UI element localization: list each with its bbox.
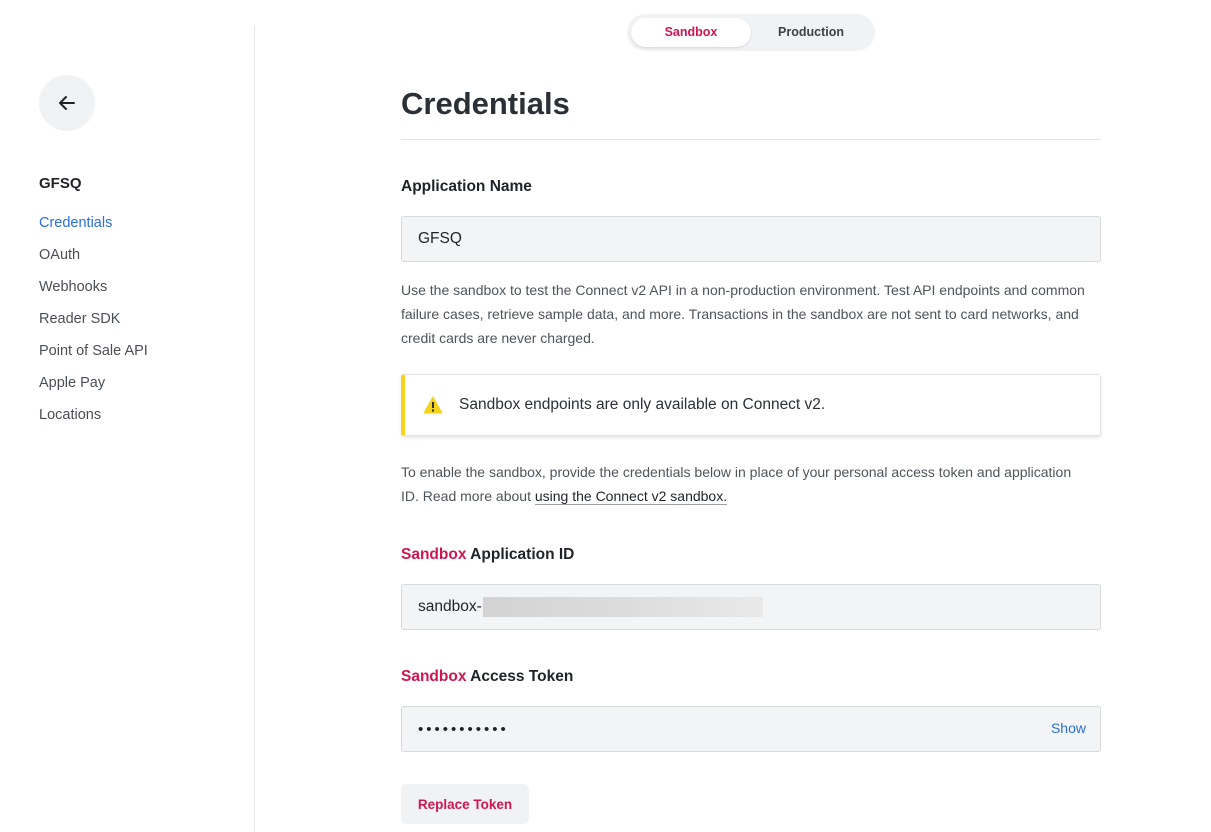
page-title: Credentials [401,86,570,121]
connect-v2-sandbox-link[interactable]: using the Connect v2 sandbox. [534,488,728,505]
sidebar-item-oauth[interactable]: OAuth [39,246,148,278]
sidebar-nav: Credentials OAuth Webhooks Reader SDK Po… [39,214,148,438]
sandbox-access-token-label: Sandbox Access Token [401,668,573,686]
sidebar-item-reader-sdk[interactable]: Reader SDK [39,310,148,342]
sidebar-item-webhooks[interactable]: Webhooks [39,278,148,310]
sidebar-divider [254,26,255,832]
sidebar-item-locations[interactable]: Locations [39,406,148,438]
warning-text: Sandbox endpoints are only available on … [459,396,826,413]
sandbox-access-token-field[interactable]: ••••••••••• Show [401,706,1101,752]
application-name-field[interactable]: GFSQ [401,216,1101,262]
application-id-prefix: sandbox- [418,598,482,615]
sidebar-item-credentials[interactable]: Credentials [39,214,148,246]
sandbox-application-id-field[interactable]: sandbox- [401,584,1101,630]
masked-token: ••••••••••• [418,720,509,738]
replace-token-button[interactable]: Replace Token [401,784,529,824]
title-divider [401,139,1101,140]
tab-production[interactable]: Production [751,18,871,47]
enable-sandbox-description: To enable the sandbox, provide the crede… [401,460,1091,508]
access-token-label-text: Access Token [466,668,574,685]
environment-toggle: Sandbox Production [627,14,875,51]
warning-callout: Sandbox endpoints are only available on … [401,374,1101,436]
app-name-heading: GFSQ [39,175,82,192]
application-name-value: GFSQ [418,230,462,247]
application-name-label: Application Name [401,178,532,195]
warning-icon [423,396,443,414]
application-id-label-text: Application ID [466,546,575,563]
redacted-application-id [482,597,763,617]
show-token-button[interactable]: Show [1051,720,1086,736]
sidebar-item-apple-pay[interactable]: Apple Pay [39,374,148,406]
sidebar: GFSQ Credentials OAuth Webhooks Reader S… [0,0,255,832]
arrow-left-icon [59,96,75,110]
sandbox-description: Use the sandbox to test the Connect v2 A… [401,282,1085,346]
enable-sandbox-text: To enable the sandbox, provide the crede… [401,464,1072,504]
sandbox-application-id-label: Sandbox Application ID [401,546,574,564]
back-button[interactable] [39,75,95,131]
tab-sandbox[interactable]: Sandbox [631,18,751,47]
sandbox-label-accent: Sandbox [401,546,467,563]
sandbox-label-accent: Sandbox [401,668,467,685]
sidebar-item-point-of-sale-api[interactable]: Point of Sale API [39,342,148,374]
